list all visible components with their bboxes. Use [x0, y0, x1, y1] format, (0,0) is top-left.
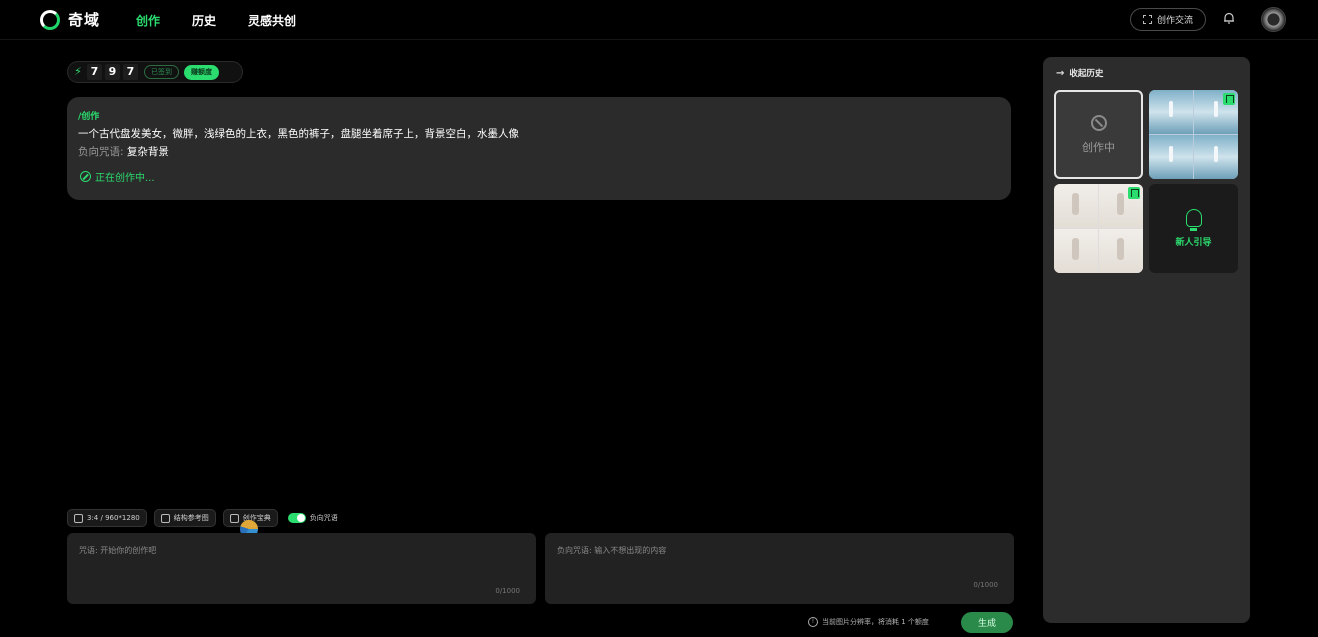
main-nav: 创作 历史 灵感共创 — [136, 12, 296, 29]
task-status: 正在创作中... — [80, 169, 1000, 184]
info-icon: ! — [808, 617, 818, 627]
negative-prompt-counter: 0/1000 — [973, 581, 998, 589]
negative-prompt-toggle-label: 负向咒语 — [309, 514, 338, 522]
nav-history[interactable]: 历史 — [192, 12, 216, 29]
top-bar: 奇域 创作 历史 灵感共创 创作交流 — [0, 0, 1318, 40]
newbie-guide-label: 新人引导 — [1175, 238, 1212, 248]
creation-exchange-button[interactable]: 创作交流 — [1130, 8, 1206, 31]
credit-digit: 7 — [123, 64, 138, 80]
bell-icon[interactable] — [1222, 11, 1236, 25]
thumbnail — [1054, 229, 1098, 273]
scan-icon — [1142, 15, 1152, 24]
creating-label: 创作中 — [1082, 140, 1115, 154]
cancel-icon — [80, 171, 91, 182]
newbie-guide-tile[interactable]: 新人引导 — [1149, 184, 1238, 273]
arrow-right-icon: → — [1056, 67, 1065, 79]
book-icon — [229, 513, 239, 523]
cost-note-text: 当前图片分辨率，将消耗 1 个额度 — [822, 618, 929, 626]
creation-exchange-label: 创作交流 — [1156, 16, 1193, 26]
reference-image-button[interactable]: 结构参考图 — [153, 509, 216, 527]
ratio-button[interactable]: 3:4 / 960*1280 — [67, 509, 147, 527]
history-tile-creating[interactable]: 创作中 — [1054, 90, 1143, 179]
nav-inspiration[interactable]: 灵感共创 — [248, 12, 296, 29]
prompt-counter: 0/1000 — [495, 587, 520, 595]
ratio-icon — [74, 513, 83, 523]
lightbulb-icon — [1185, 209, 1202, 231]
prompt-toolbar: 3:4 / 960*1280 结构参考图 创作宝典 负向咒语 — [67, 509, 338, 527]
collapse-history-label: 收起历史 — [1069, 69, 1104, 79]
bookmark-icon[interactable] — [1223, 93, 1235, 105]
thumbnail — [1099, 229, 1143, 273]
prompt-input[interactable] — [79, 545, 524, 581]
task-status-text: 正在创作中... — [95, 173, 155, 184]
negative-prompt-toggle-wrap: 负向咒语 — [287, 513, 338, 523]
credit-digit: 9 — [105, 64, 120, 80]
bolt-icon: ⚡ — [74, 65, 82, 78]
negative-prompt-toggle[interactable] — [287, 513, 306, 523]
task-negative-value: 复杂背景 — [126, 146, 169, 158]
bookmark-icon[interactable] — [1128, 187, 1140, 199]
prompt-input-box: 0/1000 — [67, 533, 536, 604]
ratio-label: 3:4 / 960*1280 — [87, 514, 140, 522]
cost-note: ! 当前图片分辨率，将消耗 1 个额度 — [808, 617, 929, 627]
history-tile-image[interactable] — [1054, 184, 1143, 273]
task-tag: /创作 — [78, 112, 100, 122]
history-tile-image[interactable] — [1149, 90, 1238, 179]
signed-in-badge[interactable]: 已签到 — [144, 65, 179, 79]
avatar[interactable] — [1261, 7, 1286, 32]
thumbnail — [1194, 135, 1238, 179]
thumbnail — [1149, 135, 1193, 179]
credit-digit: 7 — [87, 64, 102, 80]
collapse-history-button[interactable]: → 收起历史 — [1056, 67, 1104, 80]
reference-image-label: 结构参考图 — [173, 514, 209, 522]
earn-credits-button[interactable]: 赚额度 — [184, 64, 219, 80]
plus-icon — [160, 513, 170, 523]
credits-bar: ⚡ 7 9 7 已签到 赚额度 — [67, 61, 243, 83]
task-prompt: 一个古代盘发美女，微胖，浅绿色的上衣，黑色的裤子，盘腿坐着席子上，背景空白，水墨… — [78, 128, 519, 140]
nav-create[interactable]: 创作 — [136, 12, 160, 29]
ban-icon — [1090, 114, 1107, 131]
task-negative-label: 负向咒语: — [78, 146, 124, 158]
logo[interactable]: 奇域 — [40, 9, 100, 30]
history-panel: → 收起历史 创作中 新人引导 — [1043, 57, 1250, 623]
logo-icon — [40, 9, 60, 30]
negative-prompt-input[interactable] — [557, 545, 1002, 581]
task-card: /创作 一个古代盘发美女，微胖，浅绿色的上衣，黑色的裤子，盘腿坐着席子上，背景空… — [67, 97, 1011, 200]
task-negative: 负向咒语: 复杂背景 — [78, 144, 1000, 159]
app-name: 奇域 — [68, 11, 101, 29]
generate-button[interactable]: 生成 — [961, 612, 1013, 633]
negative-input-box: 0/1000 — [545, 533, 1014, 604]
thumbnail — [1149, 90, 1193, 134]
thumbnail — [1054, 184, 1098, 228]
